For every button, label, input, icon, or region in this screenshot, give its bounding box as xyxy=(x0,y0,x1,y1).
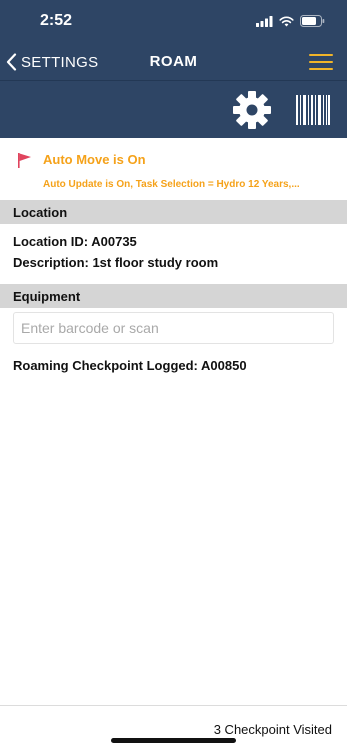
checkpoint-count: 3 Checkpoint Visited xyxy=(213,722,332,737)
equipment-section-title: Equipment xyxy=(13,289,81,304)
menu-icon-bar-middle xyxy=(309,61,333,63)
location-section-header: Location xyxy=(0,200,347,224)
back-button-label: SETTINGS xyxy=(21,53,99,71)
location-description: Description: 1st floor study room xyxy=(13,255,219,270)
auto-update-summary: Auto Update is On, Task Selection = Hydr… xyxy=(43,179,300,190)
home-indicator[interactable] xyxy=(111,738,236,743)
nav-bar: SETTINGS ROAM xyxy=(0,44,347,80)
auto-move-status: Auto Move is On xyxy=(43,152,146,167)
auto-move-banner: Auto Move is On Auto Update is On, Task … xyxy=(0,138,347,200)
barcode-input[interactable] xyxy=(13,312,334,344)
scan-barcode-button[interactable] xyxy=(295,95,331,125)
status-icons xyxy=(256,14,325,28)
app-header: 2:52 SETTINGS ROAM xyxy=(0,0,347,138)
flag-icon xyxy=(18,153,31,168)
equipment-section-header: Equipment xyxy=(0,284,347,308)
status-bar: 2:52 xyxy=(0,0,347,44)
barcode-icon xyxy=(296,95,330,125)
menu-icon-bar-top xyxy=(309,54,333,56)
roaming-checkpoint-logged: Roaming Checkpoint Logged: A00850 xyxy=(13,358,247,373)
menu-button[interactable] xyxy=(309,52,335,72)
settings-button[interactable] xyxy=(231,89,273,131)
wifi-icon xyxy=(279,16,294,26)
menu-icon-bar-bottom xyxy=(309,68,333,70)
toolbar xyxy=(0,81,347,138)
back-button[interactable]: SETTINGS xyxy=(6,50,98,74)
footer-divider xyxy=(0,705,347,706)
location-id: Location ID: A00735 xyxy=(13,234,137,249)
gear-icon xyxy=(233,91,271,129)
chevron-left-icon xyxy=(6,53,17,71)
battery-icon xyxy=(300,15,325,27)
location-section-title: Location xyxy=(13,205,68,220)
status-time: 2:52 xyxy=(40,12,73,29)
signal-icon xyxy=(256,15,273,27)
